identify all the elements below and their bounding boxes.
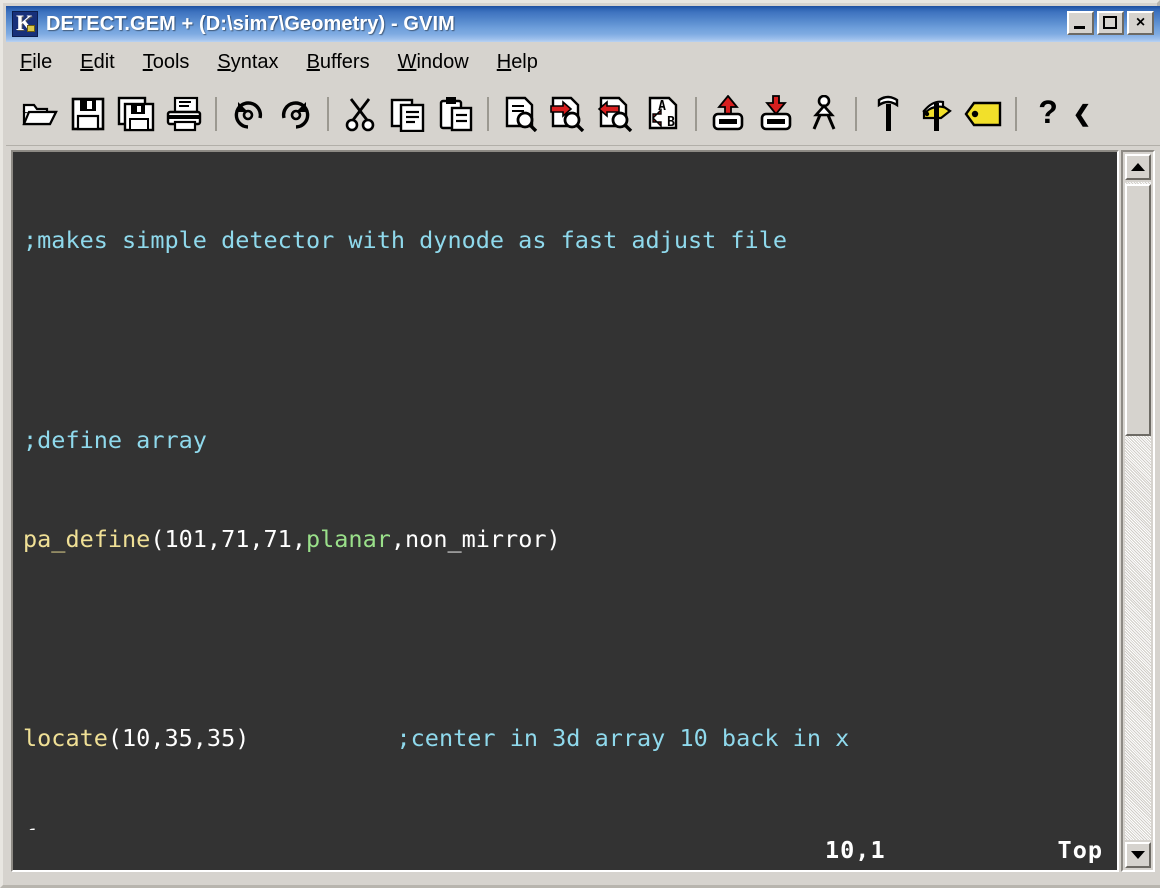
scroll-up-button[interactable] bbox=[1125, 154, 1151, 180]
menu-label: ile bbox=[32, 50, 53, 73]
menu-accel: B bbox=[306, 50, 320, 73]
menu-bar: File Edit Tools Syntax Buffers Window He… bbox=[6, 42, 1160, 82]
title-bar[interactable]: K DETECT.GEM + (D:\sim7\Geometry) - GVIM… bbox=[6, 6, 1160, 42]
plain-text: (101,71,71, bbox=[150, 525, 306, 554]
menu-label: uffers bbox=[319, 50, 370, 73]
copy-icon[interactable] bbox=[384, 90, 432, 138]
redo-icon[interactable] bbox=[272, 90, 320, 138]
cursor-position: 10,1 bbox=[825, 836, 886, 864]
menu-accel: T bbox=[142, 50, 153, 73]
status-line: 10,1 Top bbox=[13, 830, 1117, 870]
text-buffer[interactable]: ;makes simple detector with dynode as fa… bbox=[11, 150, 1119, 872]
editor-area: ;makes simple detector with dynode as fa… bbox=[6, 146, 1160, 885]
scroll-down-button[interactable] bbox=[1125, 842, 1151, 868]
menu-item-file[interactable]: File bbox=[20, 51, 52, 74]
undo-icon[interactable] bbox=[224, 90, 272, 138]
scroll-up-icon bbox=[1131, 163, 1145, 171]
load-session-icon[interactable] bbox=[704, 90, 752, 138]
scrollbar-thumb[interactable] bbox=[1125, 184, 1151, 436]
cut-icon[interactable] bbox=[336, 90, 384, 138]
paste-icon[interactable] bbox=[432, 90, 480, 138]
menu-label: dit bbox=[93, 50, 115, 73]
tag-icon[interactable] bbox=[960, 90, 1008, 138]
run-script-icon[interactable] bbox=[800, 90, 848, 138]
menu-accel: E bbox=[80, 50, 94, 73]
toolbar-separator bbox=[695, 96, 697, 131]
code-line: locate(10,35,35) ;center in 3d array 10 b… bbox=[23, 722, 1117, 755]
save-file-icon[interactable] bbox=[64, 90, 112, 138]
make-icon[interactable] bbox=[912, 90, 960, 138]
print-icon[interactable] bbox=[160, 90, 208, 138]
menu-accel: S bbox=[217, 50, 231, 73]
code-line: ;define array bbox=[23, 424, 1117, 457]
open-file-icon[interactable] bbox=[16, 90, 64, 138]
keyword: pa_define bbox=[23, 525, 151, 554]
find-next-icon[interactable] bbox=[544, 90, 592, 138]
find-icon[interactable] bbox=[496, 90, 544, 138]
window-title: DETECT.GEM + (D:\sim7\Geometry) - GVIM bbox=[46, 12, 455, 35]
toolbar-separator bbox=[1015, 96, 1017, 131]
line-comment: ;define array bbox=[23, 425, 207, 454]
find-replace-icon[interactable]: A B bbox=[640, 90, 688, 138]
scroll-indicator: Top bbox=[1057, 836, 1103, 864]
menu-label: yntax bbox=[230, 50, 279, 73]
menu-accel: W bbox=[397, 50, 417, 73]
keyword: locate bbox=[23, 724, 108, 753]
minimize-button[interactable] bbox=[1067, 11, 1094, 35]
menu-item-buffers[interactable]: Buffers bbox=[307, 51, 370, 74]
maximize-button[interactable] bbox=[1097, 11, 1124, 35]
save-all-icon[interactable] bbox=[112, 90, 160, 138]
code-content: ;makes simple detector with dynode as fa… bbox=[13, 152, 1117, 870]
toolbar-separator bbox=[327, 96, 329, 131]
scroll-down-icon bbox=[1131, 851, 1145, 859]
menu-item-window[interactable]: Window bbox=[398, 51, 469, 74]
toolbar-separator bbox=[855, 96, 857, 131]
menu-label: ools bbox=[152, 50, 190, 73]
line-comment: ;makes simple detector with dynode as fa… bbox=[23, 226, 788, 255]
window-controls: × bbox=[1067, 11, 1154, 35]
toolbar-separator bbox=[487, 96, 489, 131]
menu-item-help[interactable]: Help bbox=[497, 51, 538, 74]
menu-accel: F bbox=[20, 50, 33, 73]
menu-accel: H bbox=[496, 50, 512, 73]
code-line: ;makes simple detector with dynode as fa… bbox=[23, 224, 1117, 257]
toolbar-separator bbox=[215, 96, 217, 131]
menu-item-tools[interactable]: Tools bbox=[143, 51, 190, 74]
window-bottom-edge bbox=[6, 876, 1160, 882]
line-comment: ;center in 3d array 10 back in x bbox=[396, 724, 850, 753]
close-icon: × bbox=[1135, 14, 1146, 31]
vim-icon: K bbox=[12, 10, 38, 37]
svg-text:B: B bbox=[667, 115, 675, 130]
plain-text: (10,35,35) bbox=[107, 724, 250, 753]
toolbar-overflow-icon[interactable]: ❮ bbox=[1072, 90, 1092, 138]
menu-label: elp bbox=[511, 50, 538, 73]
plain-text: ,non_mirror) bbox=[390, 525, 561, 554]
identifier: planar bbox=[305, 525, 391, 554]
close-button[interactable]: × bbox=[1127, 11, 1154, 35]
menu-item-syntax[interactable]: Syntax bbox=[217, 51, 278, 74]
menu-label: indow bbox=[416, 50, 469, 73]
code-line: pa_define(101,71,71,planar,non_mirror) bbox=[23, 523, 1117, 556]
help-icon[interactable]: ? bbox=[1024, 90, 1072, 138]
vertical-scrollbar[interactable] bbox=[1121, 150, 1155, 872]
menu-item-edit[interactable]: Edit bbox=[80, 51, 114, 74]
gvim-window: K DETECT.GEM + (D:\sim7\Geometry) - GVIM… bbox=[0, 0, 1160, 888]
svg-text:?: ? bbox=[1038, 95, 1058, 130]
save-session-icon[interactable] bbox=[752, 90, 800, 138]
build-icon[interactable] bbox=[864, 90, 912, 138]
toolbar: A B ? ❮ bbox=[6, 82, 1160, 146]
find-previous-icon[interactable] bbox=[592, 90, 640, 138]
